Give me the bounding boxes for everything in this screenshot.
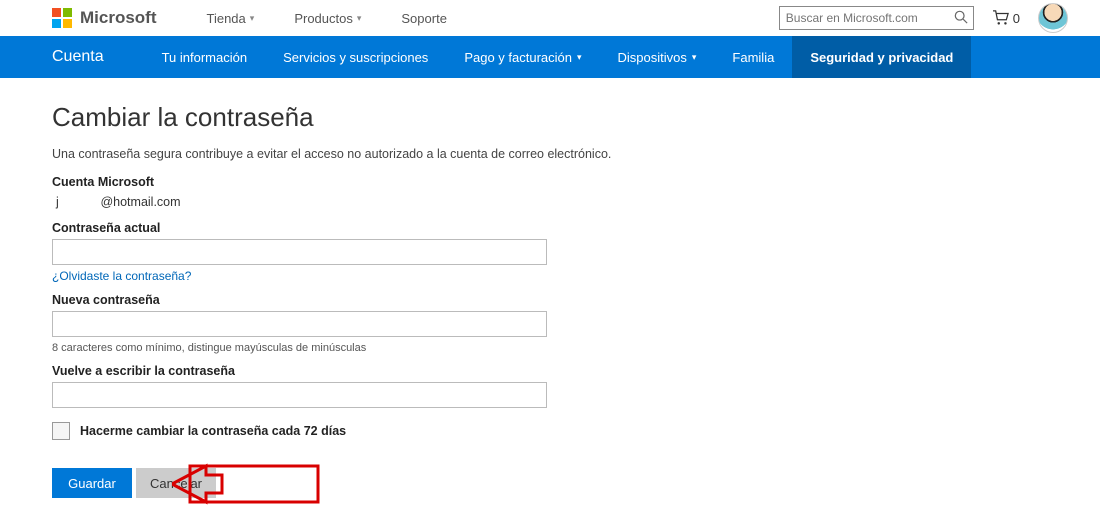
account-email: j @hotmail.com (56, 195, 952, 209)
confirm-password-group: Vuelve a escribir la contraseña (52, 364, 952, 408)
tab-label: Pago y facturación (464, 50, 572, 65)
chevron-down-icon: ▾ (250, 13, 255, 24)
account-nav-bar: Cuenta Tu información Servicios y suscri… (0, 36, 1100, 78)
top-header: Microsoft Tienda ▾ Productos ▾ Soporte (0, 0, 1100, 36)
cart-button[interactable]: 0 (992, 10, 1020, 26)
tab-label: Servicios y suscripciones (283, 50, 428, 65)
new-password-group: Nueva contraseña 8 caracteres como mínim… (52, 293, 952, 354)
force-change-label: Hacerme cambiar la contraseña cada 72 dí… (80, 424, 346, 438)
nav-productos[interactable]: Productos ▾ (294, 11, 361, 26)
tab-pago[interactable]: Pago y facturación ▾ (446, 36, 599, 78)
tab-label: Dispositivos (618, 50, 687, 65)
new-password-input[interactable] (52, 311, 547, 337)
current-password-group: Contraseña actual ¿Olvidaste la contrase… (52, 221, 952, 283)
search-icon[interactable] (954, 10, 968, 27)
email-prefix: j (56, 195, 59, 209)
page-title: Cambiar la contraseña (52, 102, 952, 133)
avatar[interactable] (1038, 3, 1068, 33)
page-description: Una contraseña segura contribuye a evita… (52, 147, 952, 161)
force-change-row: Hacerme cambiar la contraseña cada 72 dí… (52, 422, 952, 440)
current-password-input[interactable] (52, 239, 547, 265)
account-heading: Cuenta (52, 36, 104, 78)
search-input[interactable] (779, 6, 974, 30)
forgot-password-link[interactable]: ¿Olvidaste la contraseña? (52, 269, 191, 283)
tab-tu-informacion[interactable]: Tu información (144, 36, 266, 78)
new-password-label: Nueva contraseña (52, 293, 952, 307)
tab-label: Seguridad y privacidad (810, 50, 953, 65)
save-button[interactable]: Guardar (52, 468, 132, 498)
search-wrap (779, 6, 974, 30)
confirm-password-label: Vuelve a escribir la contraseña (52, 364, 952, 378)
nav-tienda[interactable]: Tienda ▾ (207, 11, 255, 26)
current-password-label: Contraseña actual (52, 221, 952, 235)
nav-item-label: Productos (294, 11, 353, 26)
new-password-hint: 8 caracteres como mínimo, distingue mayú… (52, 342, 952, 354)
header-left: Microsoft Tienda ▾ Productos ▾ Soporte (52, 8, 447, 28)
nav-soporte[interactable]: Soporte (401, 11, 447, 26)
confirm-password-input[interactable] (52, 382, 547, 408)
chevron-down-icon: ▾ (577, 52, 582, 63)
tab-servicios[interactable]: Servicios y suscripciones (265, 36, 446, 78)
tab-label: Tu información (162, 50, 248, 65)
tab-seguridad[interactable]: Seguridad y privacidad (792, 36, 971, 78)
microsoft-logo-icon (52, 8, 72, 28)
brand-name: Microsoft (80, 8, 157, 28)
nav-item-label: Tienda (207, 11, 246, 26)
chevron-down-icon: ▾ (357, 13, 362, 24)
cart-count: 0 (1013, 11, 1020, 26)
nav-item-label: Soporte (401, 11, 447, 26)
chevron-down-icon: ▾ (692, 52, 697, 63)
button-row: Guardar Cancelar (52, 468, 952, 498)
email-suffix: @hotmail.com (100, 195, 180, 209)
tab-familia[interactable]: Familia (714, 36, 792, 78)
main-content: Cambiar la contraseña Una contraseña seg… (52, 102, 952, 498)
cart-icon (992, 10, 1010, 26)
header-right: 0 (779, 3, 1068, 33)
tab-label: Familia (732, 50, 774, 65)
tab-dispositivos[interactable]: Dispositivos ▾ (600, 36, 715, 78)
top-nav: Tienda ▾ Productos ▾ Soporte (207, 11, 447, 26)
account-nav: Tu información Servicios y suscripciones… (144, 36, 972, 78)
force-change-checkbox[interactable] (52, 422, 70, 440)
account-label: Cuenta Microsoft (52, 175, 952, 189)
microsoft-logo[interactable]: Microsoft (52, 8, 157, 28)
cancel-button[interactable]: Cancelar (136, 468, 216, 498)
